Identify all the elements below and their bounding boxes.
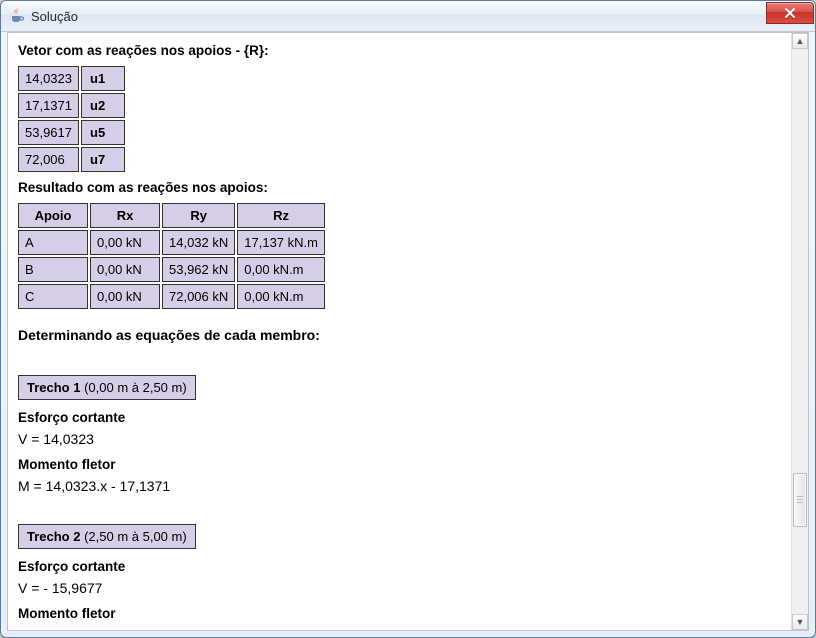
heading-momento-2: Momento fletor [18, 606, 782, 621]
trecho-1-box: Trecho 1 (0,00 m à 2,50 m) [18, 375, 196, 400]
table-row: 53,9617 u5 [18, 120, 125, 145]
heading-momento-1: Momento fletor [18, 457, 782, 472]
cell-ry: 72,006 kN [162, 284, 235, 309]
cell-value: 72,006 [18, 147, 79, 172]
scroll-up-arrow-icon[interactable]: ▲ [792, 33, 808, 49]
cell-rz: 17,137 kN.m [237, 230, 325, 255]
table-row: 14,0323 u1 [18, 66, 125, 91]
cell-label: u5 [81, 120, 125, 145]
trecho-1-range: (0,00 m à 2,50 m) [80, 380, 186, 395]
cell-ry: 14,032 kN [162, 230, 235, 255]
heading-vetor: Vetor com as reações nos apoios - {R}: [18, 43, 782, 58]
java-cup-icon [9, 8, 25, 24]
cell-rx: 0,00 kN [90, 257, 160, 282]
col-rx: Rx [90, 203, 160, 228]
cell-rz: 0,00 kN.m [237, 284, 325, 309]
app-window: Solução Vetor com as reações nos apoios … [0, 0, 816, 638]
table-header-row: Apoio Rx Ry Rz [18, 203, 325, 228]
cell-ry: 53,962 kN [162, 257, 235, 282]
results-table: Apoio Rx Ry Rz A 0,00 kN 14,032 kN 17,13… [16, 201, 327, 311]
heading-resultado: Resultado com as reações nos apoios: [18, 180, 782, 195]
vertical-scrollbar[interactable]: ▲ ▼ [791, 33, 808, 630]
vetor-r-table: 14,0323 u1 17,1371 u2 53,9617 u5 72,006 … [16, 64, 127, 174]
cell-label: u2 [81, 93, 125, 118]
cell-apoio: B [18, 257, 88, 282]
cell-rx: 0,00 kN [90, 284, 160, 309]
cell-value: 14,0323 [18, 66, 79, 91]
scroll-track[interactable] [792, 49, 808, 614]
cell-rz: 0,00 kN.m [237, 257, 325, 282]
heading-equacoes: Determinando as equações de cada membro: [18, 327, 782, 343]
cell-value: 17,1371 [18, 93, 79, 118]
window-title: Solução [31, 9, 78, 24]
col-ry: Ry [162, 203, 235, 228]
client-area: Vetor com as reações nos apoios - {R}: 1… [7, 32, 809, 631]
trecho-2-box: Trecho 2 (2,50 m à 5,00 m) [18, 524, 196, 549]
heading-esforco-2: Esforço cortante [18, 559, 782, 574]
cell-apoio: C [18, 284, 88, 309]
trecho-2-range: (2,50 m à 5,00 m) [80, 529, 186, 544]
content-scroll: Vetor com as reações nos apoios - {R}: 1… [8, 33, 792, 630]
v-eq-2: V = - 15,9677 [18, 580, 782, 596]
cell-label: u7 [81, 147, 125, 172]
table-row: A 0,00 kN 14,032 kN 17,137 kN.m [18, 230, 325, 255]
table-row: 72,006 u7 [18, 147, 125, 172]
trecho-2-label: Trecho 2 [27, 529, 80, 544]
cell-value: 53,9617 [18, 120, 79, 145]
close-icon [784, 8, 796, 18]
m-eq-1: M = 14,0323.x - 17,1371 [18, 478, 782, 494]
scroll-down-arrow-icon[interactable]: ▼ [792, 614, 808, 630]
heading-esforco-1: Esforço cortante [18, 410, 782, 425]
trecho-1-label: Trecho 1 [27, 380, 80, 395]
col-rz: Rz [237, 203, 325, 228]
scroll-thumb[interactable] [793, 473, 807, 527]
table-row: B 0,00 kN 53,962 kN 0,00 kN.m [18, 257, 325, 282]
col-apoio: Apoio [18, 203, 88, 228]
cell-rx: 0,00 kN [90, 230, 160, 255]
v-eq-1: V = 14,0323 [18, 431, 782, 447]
titlebar: Solução [1, 1, 815, 32]
table-row: 17,1371 u2 [18, 93, 125, 118]
table-row: C 0,00 kN 72,006 kN 0,00 kN.m [18, 284, 325, 309]
close-button[interactable] [766, 2, 814, 24]
cell-label: u1 [81, 66, 125, 91]
cell-apoio: A [18, 230, 88, 255]
